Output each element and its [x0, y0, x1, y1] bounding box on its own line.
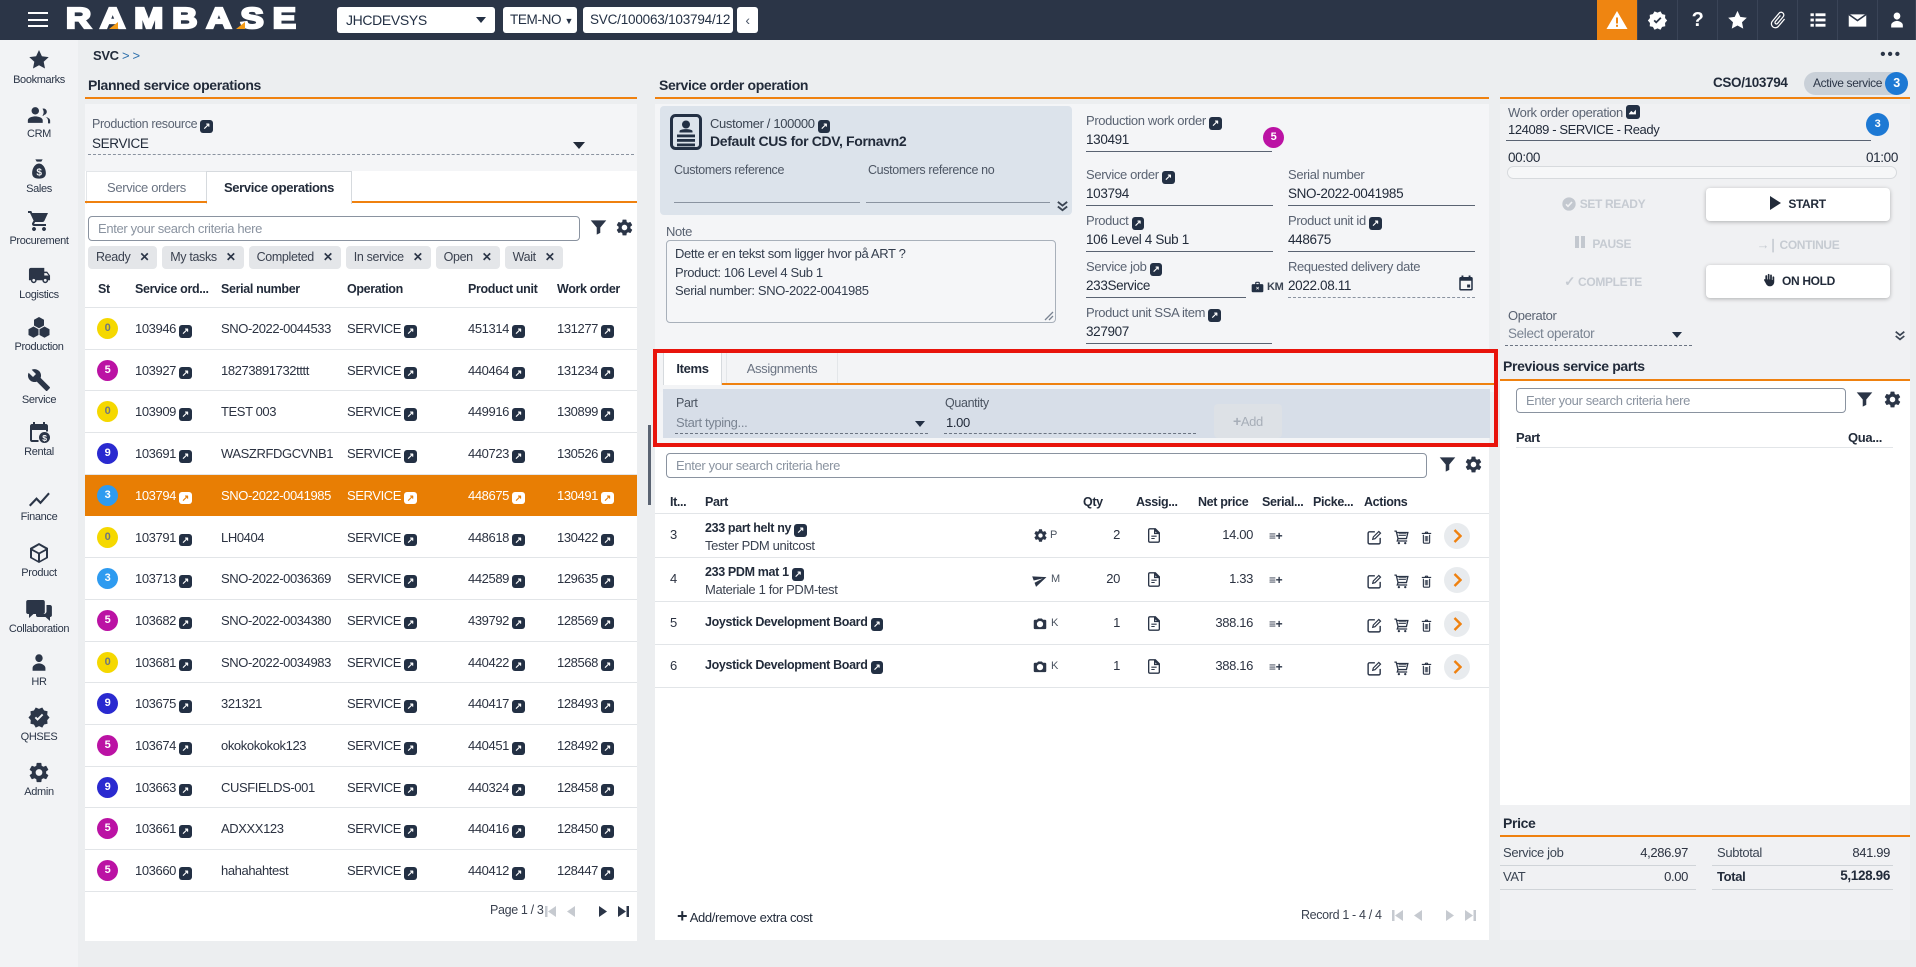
svg-text:$: $	[36, 167, 42, 178]
svg-text:$: $	[42, 433, 47, 443]
